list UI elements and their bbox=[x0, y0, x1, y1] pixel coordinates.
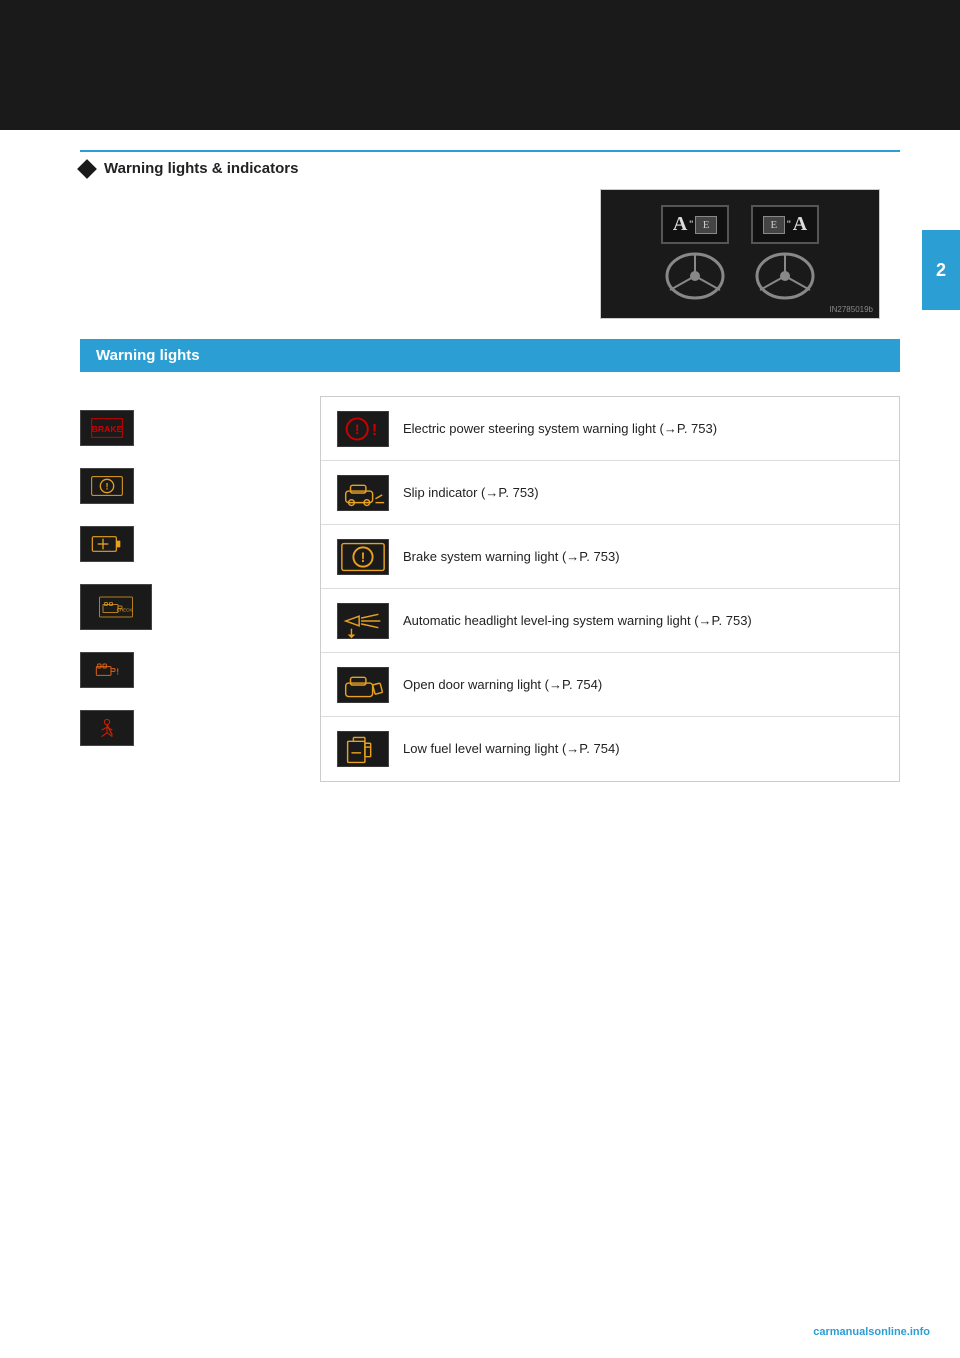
svg-text:!: ! bbox=[116, 668, 119, 677]
warning-lights-left-col: BRAKE ! bbox=[80, 396, 300, 782]
svg-text:BRAKE: BRAKE bbox=[92, 424, 123, 434]
warning-lights-title: Warning lights bbox=[96, 347, 200, 364]
seatbelt-circle-icon: ! bbox=[80, 468, 134, 504]
warning-lights-header: Warning lights bbox=[80, 339, 900, 372]
battery-icon bbox=[80, 526, 134, 562]
low-fuel-icon bbox=[337, 731, 389, 767]
section-title: Warning lights & indicators bbox=[104, 160, 298, 177]
svg-text:!: ! bbox=[105, 481, 108, 491]
svg-text:!: ! bbox=[372, 421, 377, 438]
open-door-icon bbox=[337, 667, 389, 703]
svg-text:!: ! bbox=[361, 549, 365, 564]
svg-text:CHECK: CHECK bbox=[117, 608, 133, 613]
illustration-box: A " E bbox=[600, 189, 880, 319]
open-door-row: Open door warning light (→P. 754) bbox=[321, 653, 899, 717]
brake-light-item: BRAKE bbox=[80, 406, 300, 450]
eps-warning-row: ! ! Electric power steering system warni… bbox=[321, 397, 899, 461]
engine-malfunction-icon: ! bbox=[80, 652, 134, 688]
slip-indicator-icon bbox=[337, 475, 389, 511]
warning-lights-right-col: ! ! Electric power steering system warni… bbox=[320, 396, 900, 782]
person-seatbelt-icon bbox=[80, 710, 134, 746]
battery-warning-item bbox=[80, 522, 300, 566]
section-header: Warning lights & indicators bbox=[80, 150, 900, 177]
brake-system-text: Brake system warning light (→P. 753) bbox=[403, 547, 620, 567]
chapter-tab: 2 bbox=[922, 230, 960, 310]
auto-headlight-row: Automatic headlight level-ing system war… bbox=[321, 589, 899, 653]
eps-warning-icon: ! ! bbox=[337, 411, 389, 447]
diamond-icon bbox=[77, 159, 97, 179]
auto-headlight-icon bbox=[337, 603, 389, 639]
engine-malfunction-item: ! bbox=[80, 648, 300, 692]
illustration-watermark: IN2785019b bbox=[829, 305, 873, 314]
warning-lights-layout: BRAKE ! bbox=[80, 396, 900, 782]
brake-icon: BRAKE bbox=[80, 410, 134, 446]
slip-indicator-text: Slip indicator (→P. 753) bbox=[403, 483, 539, 503]
slip-indicator-row: Slip indicator (→P. 753) bbox=[321, 461, 899, 525]
check-engine-item: CHECK bbox=[80, 580, 300, 634]
svg-text:!: ! bbox=[355, 421, 359, 436]
low-fuel-text: Low fuel level warning light (→P. 754) bbox=[403, 739, 620, 759]
chapter-number: 2 bbox=[936, 260, 946, 281]
person-seatbelt-item bbox=[80, 706, 300, 750]
check-engine-icon: CHECK bbox=[80, 584, 152, 630]
main-content: Warning lights & indicators A " E bbox=[0, 130, 960, 822]
eps-warning-text: Electric power steering system warning l… bbox=[403, 419, 717, 439]
brake-system-icon: ! bbox=[337, 539, 389, 575]
low-fuel-row: Low fuel level warning light (→P. 754) bbox=[321, 717, 899, 781]
illustration-area: A " E bbox=[80, 189, 880, 319]
footer-watermark: carmanualsonline.info bbox=[813, 1326, 930, 1338]
top-bar bbox=[0, 0, 960, 130]
seatbelt-warning-item: ! bbox=[80, 464, 300, 508]
open-door-text: Open door warning light (→P. 754) bbox=[403, 675, 602, 695]
auto-headlight-text: Automatic headlight level-ing system war… bbox=[403, 611, 752, 631]
illustration-inner: A " E bbox=[601, 190, 879, 318]
brake-system-row: ! Brake system warning light (→P. 753) bbox=[321, 525, 899, 589]
